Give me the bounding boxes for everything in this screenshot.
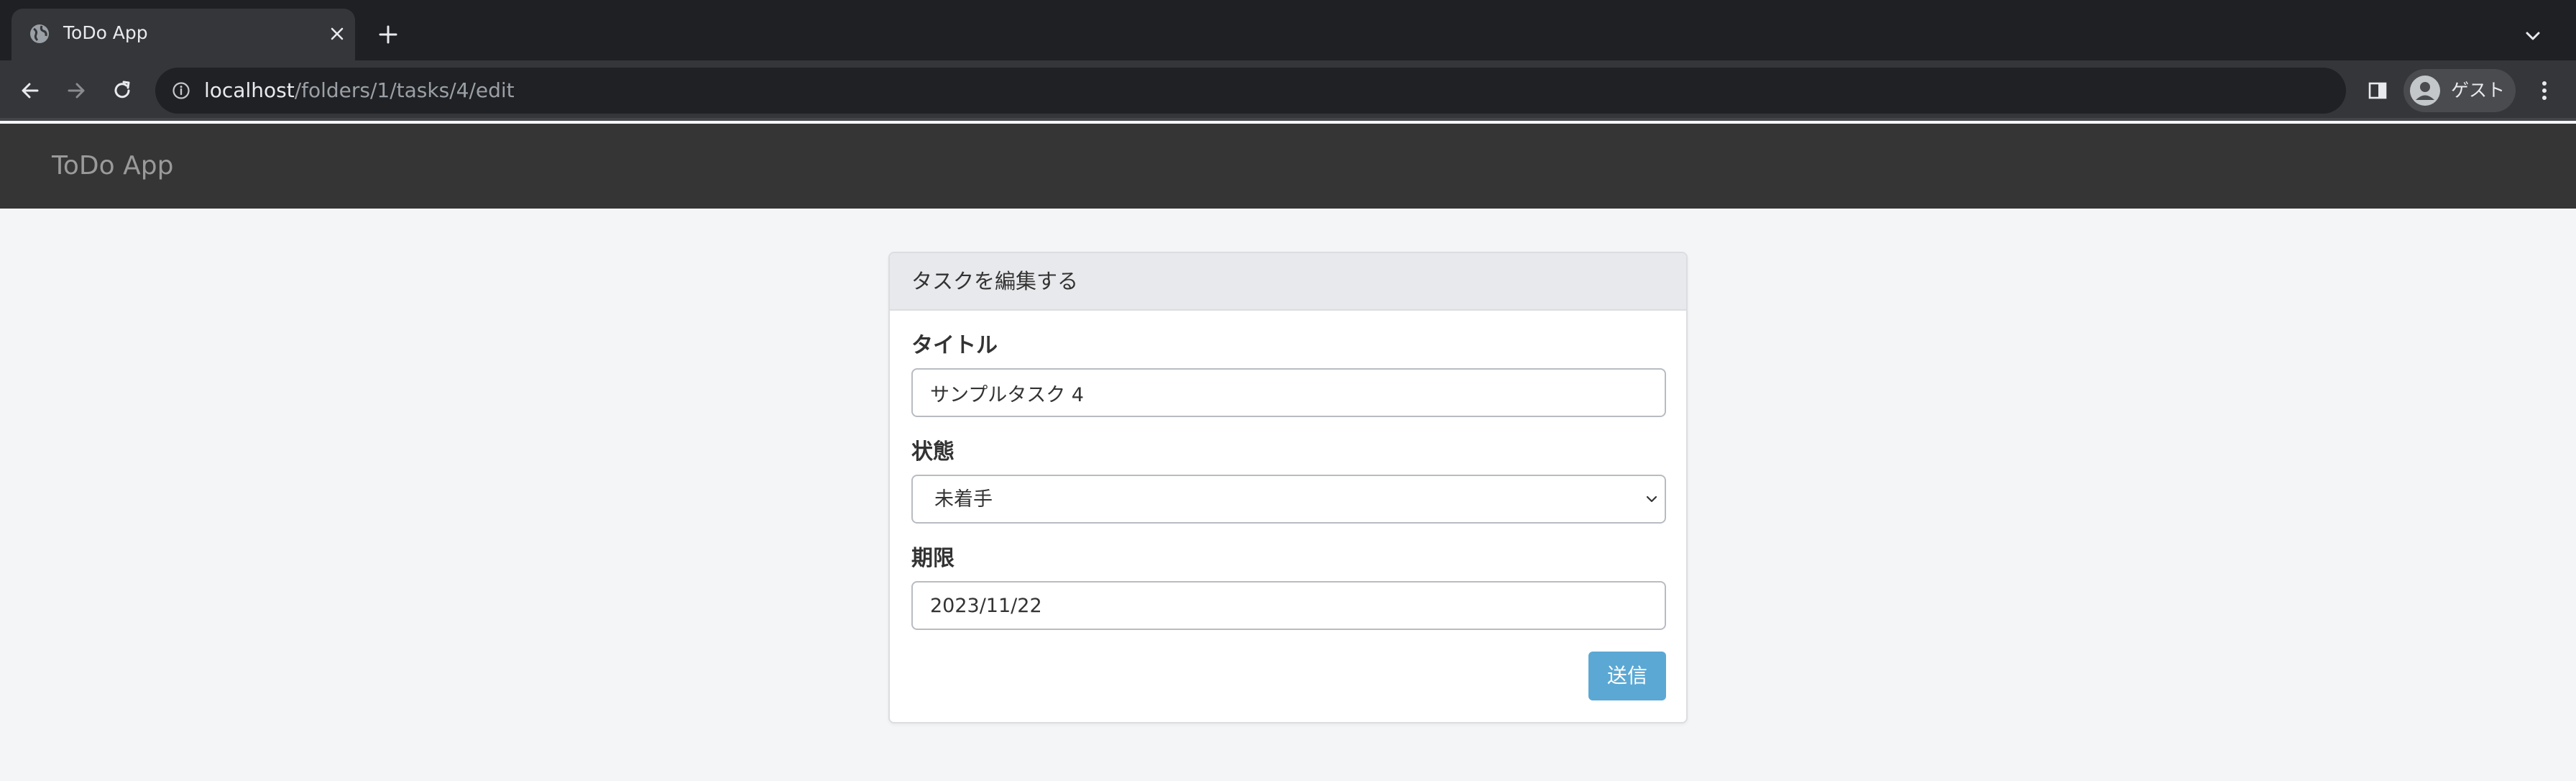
plus-icon[interactable] <box>374 20 402 49</box>
card-header: タスクを編集する <box>890 253 1686 311</box>
brand-link[interactable]: ToDo App <box>52 150 173 183</box>
close-icon[interactable] <box>325 22 349 46</box>
title-input[interactable] <box>911 368 1666 417</box>
forward-arrow-icon[interactable] <box>60 75 92 106</box>
reload-icon[interactable] <box>106 75 138 106</box>
address-bar[interactable]: localhost/folders/1/tasks/4/edit <box>155 68 2346 114</box>
due-date-label: 期限 <box>911 546 954 571</box>
globe-icon <box>27 22 52 46</box>
avatar-icon <box>2408 73 2442 108</box>
card-title: タスクを編集する <box>911 269 1079 293</box>
edit-task-card: タスクを編集する タイトル 状態 未着手 期限 送信 <box>888 252 1688 723</box>
info-icon[interactable] <box>170 79 193 102</box>
chevron-down-icon[interactable] <box>2518 22 2547 50</box>
profile-name: ゲスト <box>2451 80 2506 101</box>
url-text: localhost/folders/1/tasks/4/edit <box>204 78 515 104</box>
browser-tab[interactable]: ToDo App <box>12 9 355 60</box>
status-select[interactable]: 未着手 <box>911 475 1666 524</box>
browser-toolbar: localhost/folders/1/tasks/4/edit ゲスト <box>0 60 2576 121</box>
browser-tabstrip: ToDo App <box>0 0 2576 60</box>
submit-button[interactable]: 送信 <box>1588 652 1666 700</box>
tab-title: ToDo App <box>63 22 148 43</box>
kebab-menu-icon[interactable] <box>2529 75 2560 106</box>
app-navbar: ToDo App <box>0 124 2576 209</box>
title-label: タイトル <box>911 333 998 358</box>
url-path: /folders/1/tasks/4/edit <box>294 78 515 102</box>
due-date-input[interactable] <box>911 581 1666 630</box>
profile-button[interactable]: ゲスト <box>2404 69 2516 112</box>
url-host: localhost <box>204 78 295 102</box>
status-label: 状態 <box>911 439 954 465</box>
back-arrow-icon[interactable] <box>14 75 46 106</box>
side-panel-icon[interactable] <box>2362 75 2393 106</box>
